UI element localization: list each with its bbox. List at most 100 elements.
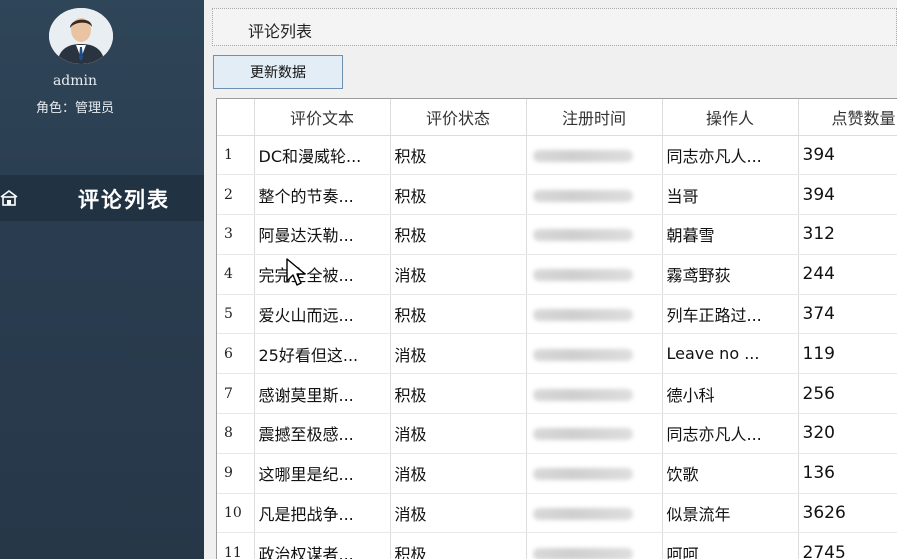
cell-likes[interactable]: 394 bbox=[798, 174, 897, 216]
cell-time[interactable] bbox=[526, 373, 663, 415]
cell-status[interactable]: 消极 bbox=[390, 493, 527, 534]
cell-time[interactable] bbox=[526, 333, 663, 375]
cell-operator[interactable]: 似景流年 bbox=[662, 493, 799, 534]
cell-operator[interactable]: 德小科 bbox=[662, 373, 799, 415]
refresh-data-button[interactable]: 更新数据 bbox=[213, 55, 343, 89]
row-index[interactable]: 4 bbox=[217, 254, 255, 295]
redacted-time bbox=[532, 468, 633, 481]
table-row[interactable]: 11 政治权谋者... 积极 呵呵 2745 bbox=[217, 532, 897, 559]
column-header-time[interactable]: 注册时间 bbox=[526, 99, 663, 136]
cell-likes[interactable]: 312 bbox=[798, 214, 897, 255]
username: admin bbox=[52, 73, 98, 89]
cell-likes[interactable]: 374 bbox=[798, 294, 897, 335]
user-role: 角色：管理员 bbox=[35, 101, 114, 116]
cell-time[interactable] bbox=[526, 453, 663, 494]
cell-text[interactable]: 这哪里是纪... bbox=[254, 453, 391, 494]
table-row[interactable]: 6 25好看但这... 消极 Leave no ... 119 bbox=[217, 333, 897, 375]
cell-likes[interactable]: 119 bbox=[798, 333, 897, 375]
cell-status[interactable]: 积极 bbox=[390, 214, 527, 255]
sidebar-item-comment-list[interactable]: 评论列表 bbox=[0, 175, 204, 221]
cell-operator[interactable]: 同志亦凡人... bbox=[662, 413, 799, 454]
redacted-time bbox=[532, 388, 633, 401]
cell-likes[interactable]: 244 bbox=[798, 254, 897, 295]
cell-status[interactable]: 消极 bbox=[390, 413, 527, 454]
cell-status[interactable]: 积极 bbox=[390, 135, 527, 176]
table-row[interactable]: 5 爱火山而远... 积极 列车正路过... 374 bbox=[217, 294, 897, 335]
cell-status[interactable]: 积极 bbox=[390, 373, 527, 415]
cell-time[interactable] bbox=[526, 413, 663, 454]
avatar bbox=[49, 8, 113, 64]
page-title: 评论列表 bbox=[248, 22, 313, 41]
row-index[interactable]: 1 bbox=[217, 135, 255, 176]
cell-likes[interactable]: 2745 bbox=[798, 532, 897, 559]
row-index[interactable]: 10 bbox=[217, 493, 255, 534]
comment-table[interactable]: 评价文本 评价状态 注册时间 操作人 点赞数量 1 DC和漫威轮... 积极 同… bbox=[216, 98, 897, 559]
cell-text[interactable]: 阿曼达沃勒... bbox=[254, 214, 391, 255]
cell-operator[interactable]: 霧鸢野荻 bbox=[662, 254, 799, 295]
cell-time[interactable] bbox=[526, 254, 663, 295]
cell-likes[interactable]: 394 bbox=[798, 135, 897, 176]
cell-text[interactable]: DC和漫威轮... bbox=[254, 135, 391, 176]
cell-text[interactable]: 感谢莫里斯... bbox=[254, 373, 391, 415]
row-index[interactable]: 7 bbox=[217, 373, 255, 415]
cell-time[interactable] bbox=[526, 214, 663, 255]
table-row[interactable]: 4 完完全全被... 消极 霧鸢野荻 244 bbox=[217, 254, 897, 295]
table-row[interactable]: 9 这哪里是纪... 消极 饮歌 136 bbox=[217, 453, 897, 494]
sidebar-item-label: 评论列表 bbox=[78, 188, 170, 212]
user-avatar-icon bbox=[49, 8, 113, 64]
cell-text[interactable]: 凡是把战争... bbox=[254, 493, 391, 534]
cell-operator[interactable]: 同志亦凡人... bbox=[662, 135, 799, 176]
table-row[interactable]: 10 凡是把战争... 消极 似景流年 3626 bbox=[217, 493, 897, 534]
cell-operator[interactable]: 当哥 bbox=[662, 174, 799, 216]
cell-text[interactable]: 整个的节奏... bbox=[254, 174, 391, 216]
cell-operator[interactable]: 饮歌 bbox=[662, 453, 799, 494]
cell-text[interactable]: 爱火山而远... bbox=[254, 294, 391, 335]
cell-operator[interactable]: Leave no ... bbox=[662, 333, 799, 375]
row-index[interactable]: 11 bbox=[217, 532, 255, 559]
redacted-time bbox=[532, 508, 633, 521]
table-row[interactable]: 2 整个的节奏... 积极 当哥 394 bbox=[217, 174, 897, 216]
cell-status[interactable]: 积极 bbox=[390, 174, 527, 216]
table-row[interactable]: 7 感谢莫里斯... 积极 德小科 256 bbox=[217, 373, 897, 415]
cell-status[interactable]: 积极 bbox=[390, 294, 527, 335]
row-index[interactable]: 3 bbox=[217, 214, 255, 255]
cell-time[interactable] bbox=[526, 135, 663, 176]
cell-operator[interactable]: 朝暮雪 bbox=[662, 214, 799, 255]
row-index[interactable]: 5 bbox=[217, 294, 255, 335]
cell-text[interactable]: 25好看但这... bbox=[254, 333, 391, 375]
row-index[interactable]: 6 bbox=[217, 333, 255, 375]
cell-time[interactable] bbox=[526, 532, 663, 559]
cell-text[interactable]: 完完全全被... bbox=[254, 254, 391, 295]
cell-time[interactable] bbox=[526, 294, 663, 335]
cell-text[interactable]: 震撼至极感... bbox=[254, 413, 391, 454]
column-header-likes[interactable]: 点赞数量 bbox=[798, 99, 897, 136]
cell-time[interactable] bbox=[526, 174, 663, 216]
table-header-row: 评价文本 评价状态 注册时间 操作人 点赞数量 bbox=[217, 99, 897, 136]
cell-likes[interactable]: 3626 bbox=[798, 493, 897, 534]
row-index[interactable]: 2 bbox=[217, 174, 255, 216]
row-header-corner[interactable] bbox=[217, 99, 255, 136]
table-row[interactable]: 8 震撼至极感... 消极 同志亦凡人... 320 bbox=[217, 413, 897, 454]
page-header: 评论列表 bbox=[212, 8, 897, 46]
cell-likes[interactable]: 320 bbox=[798, 413, 897, 454]
home-icon bbox=[0, 189, 18, 207]
cell-likes[interactable]: 136 bbox=[798, 453, 897, 494]
row-index[interactable]: 8 bbox=[217, 413, 255, 454]
cell-text[interactable]: 政治权谋者... bbox=[254, 532, 391, 559]
row-index[interactable]: 9 bbox=[217, 453, 255, 494]
redacted-time bbox=[532, 149, 633, 162]
cell-operator[interactable]: 列车正路过... bbox=[662, 294, 799, 335]
cell-status[interactable]: 消极 bbox=[390, 333, 527, 375]
column-header-operator[interactable]: 操作人 bbox=[662, 99, 799, 136]
table-row[interactable]: 3 阿曼达沃勒... 积极 朝暮雪 312 bbox=[217, 214, 897, 255]
cell-likes[interactable]: 256 bbox=[798, 373, 897, 415]
cell-status[interactable]: 消极 bbox=[390, 453, 527, 494]
cell-operator[interactable]: 呵呵 bbox=[662, 532, 799, 559]
redacted-time bbox=[532, 189, 633, 202]
column-header-status[interactable]: 评价状态 bbox=[390, 99, 527, 136]
cell-status[interactable]: 积极 bbox=[390, 532, 527, 559]
cell-status[interactable]: 消极 bbox=[390, 254, 527, 295]
table-row[interactable]: 1 DC和漫威轮... 积极 同志亦凡人... 394 bbox=[217, 135, 897, 176]
cell-time[interactable] bbox=[526, 493, 663, 534]
column-header-text[interactable]: 评价文本 bbox=[254, 99, 391, 136]
